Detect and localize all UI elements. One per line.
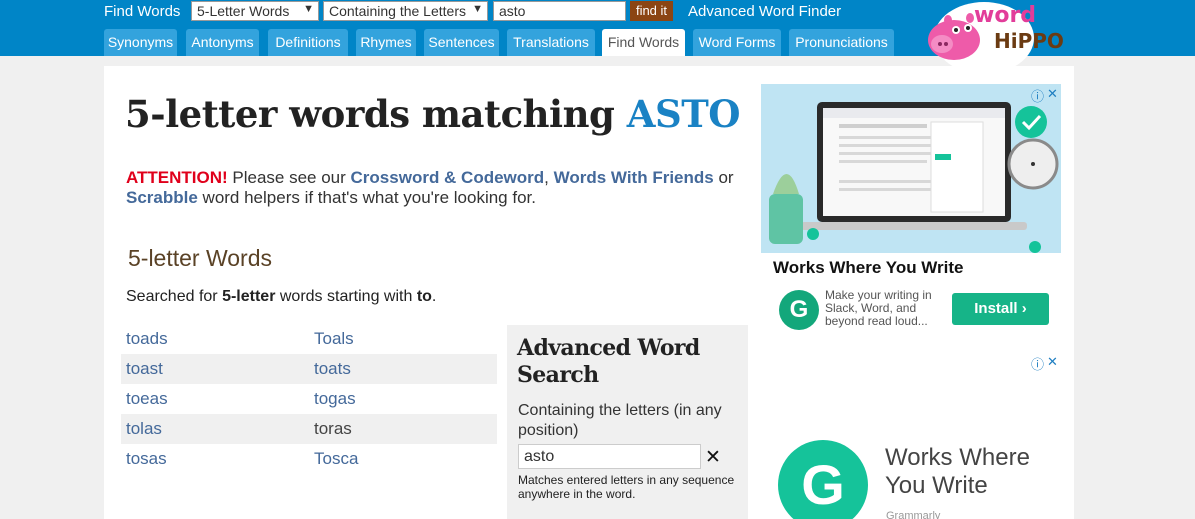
searched-for-text: Searched for 5-letter words starting wit… xyxy=(126,288,436,306)
tab-rhymes[interactable]: Rhymes xyxy=(356,29,416,56)
advanced-word-search-panel: Advanced Word Search Containing the lett… xyxy=(507,325,748,519)
searched-length: 5-letter xyxy=(222,288,276,305)
tab-definitions[interactable]: Definitions xyxy=(268,29,348,56)
attention-or: or xyxy=(713,168,734,187)
wordhippo-logo[interactable]: word HiPPO xyxy=(918,0,1078,76)
advanced-search-note: Matches entered letters in any sequence … xyxy=(518,473,735,501)
chevron-down-icon: ▼ xyxy=(303,3,314,15)
tab-word-forms[interactable]: Word Forms xyxy=(693,29,781,56)
ad-headline[interactable]: Works Where You Write xyxy=(773,258,964,278)
tab-sentences[interactable]: Sentences xyxy=(424,29,499,56)
word-list: toads Toals toast toats toeas togas tola… xyxy=(121,324,497,474)
logo-word-text: word xyxy=(974,3,1036,28)
ad-close-icon[interactable]: ✕ xyxy=(1047,354,1058,370)
ad-headline[interactable]: Works Where You Write xyxy=(885,444,1055,500)
word-text: toras xyxy=(314,419,352,438)
ad-info-icon[interactable]: ⓘ xyxy=(1031,86,1044,105)
find-it-button[interactable]: find it xyxy=(630,1,673,21)
list-item: toads Toals xyxy=(121,324,497,354)
searched-prefix-letters: to xyxy=(416,288,432,305)
scrabble-link[interactable]: Scrabble xyxy=(126,188,198,207)
ad-image xyxy=(761,84,1061,253)
list-item: toeas togas xyxy=(121,384,497,414)
page-title: 5-letter words matching ASTO xyxy=(125,92,740,136)
attention-text: Please see our xyxy=(227,168,351,187)
searched-end: . xyxy=(431,288,437,305)
advanced-title-line1: Advanced Word xyxy=(517,335,700,361)
word-link[interactable]: toeas xyxy=(121,384,309,414)
tab-synonyms[interactable]: Synonyms xyxy=(104,29,177,56)
advanced-search-title: Advanced Word Search xyxy=(517,335,700,389)
word-link[interactable]: tosas xyxy=(121,444,309,474)
clear-icon[interactable]: ✕ xyxy=(705,446,721,469)
word-link[interactable]: toast xyxy=(121,354,309,384)
find-words-title: Find Words xyxy=(104,3,181,20)
grammarly-logo-icon: G xyxy=(779,290,819,330)
ad-info-icon[interactable]: ⓘ xyxy=(1031,354,1044,373)
grammarly-logo-icon: G xyxy=(778,440,868,519)
words-with-friends-link[interactable]: Words With Friends xyxy=(554,168,714,187)
word-link[interactable]: togas xyxy=(309,384,497,414)
tab-find-words[interactable]: Find Words xyxy=(602,29,685,56)
word-link[interactable]: toats xyxy=(309,354,497,384)
letters-search-input[interactable]: asto xyxy=(493,1,626,21)
chevron-down-icon: ▼ xyxy=(472,3,483,15)
list-item: toast toats xyxy=(121,354,497,384)
searched-mid: words starting with xyxy=(275,288,417,305)
logo-hippo-text: HiPPO xyxy=(994,29,1064,53)
tab-pronunciations[interactable]: Pronunciations xyxy=(789,29,894,56)
ad-brand: Grammarly xyxy=(886,510,941,519)
containing-letters-input[interactable]: asto xyxy=(518,444,701,469)
advanced-word-finder-link[interactable]: Advanced Word Finder xyxy=(688,3,841,20)
ad-close-icon[interactable]: ✕ xyxy=(1047,86,1058,102)
install-button[interactable]: Install › xyxy=(952,293,1049,325)
crossword-link[interactable]: Crossword & Codeword xyxy=(351,168,545,187)
ad-banner-bottom[interactable]: ⓘ ✕ G Works Where You Write Grammarly xyxy=(761,352,1062,519)
section-title: 5-letter Words xyxy=(128,245,273,271)
word-link[interactable]: toads xyxy=(121,324,309,354)
containing-letters-label: Containing the letters (in any position) xyxy=(518,402,722,439)
word-link[interactable]: Toals xyxy=(309,324,497,354)
word-link[interactable]: Tosca xyxy=(309,444,497,474)
ad-banner-top[interactable]: ⓘ ✕ Works Where You Write G Make your wr… xyxy=(761,84,1062,339)
word-type-select[interactable]: 5-Letter Words ▼ xyxy=(191,1,319,21)
advanced-title-line2: Search xyxy=(517,362,599,388)
list-item: tolas toras xyxy=(121,414,497,444)
ad-description[interactable]: Make your writing in Slack, Word, and be… xyxy=(825,289,945,328)
page-title-prefix: 5-letter words matching xyxy=(125,92,627,136)
attention-text-end: word helpers if that's what you're looki… xyxy=(197,188,536,207)
tab-antonyms[interactable]: Antonyms xyxy=(186,29,259,56)
word-type-value: 5-Letter Words xyxy=(197,3,290,19)
attention-notice: ATTENTION! Please see our Crossword & Co… xyxy=(126,168,746,208)
search-mode-select[interactable]: Containing the Letters ▼ xyxy=(323,1,488,21)
searched-prefix: Searched for xyxy=(126,288,223,305)
search-mode-value: Containing the Letters xyxy=(329,3,466,19)
attention-comma: , xyxy=(544,168,549,187)
page-title-query: ASTO xyxy=(626,92,741,136)
list-item: tosas Tosca xyxy=(121,444,497,474)
tab-translations[interactable]: Translations xyxy=(507,29,595,56)
word-link[interactable]: tolas xyxy=(121,414,309,444)
attention-label: ATTENTION! xyxy=(126,168,228,187)
